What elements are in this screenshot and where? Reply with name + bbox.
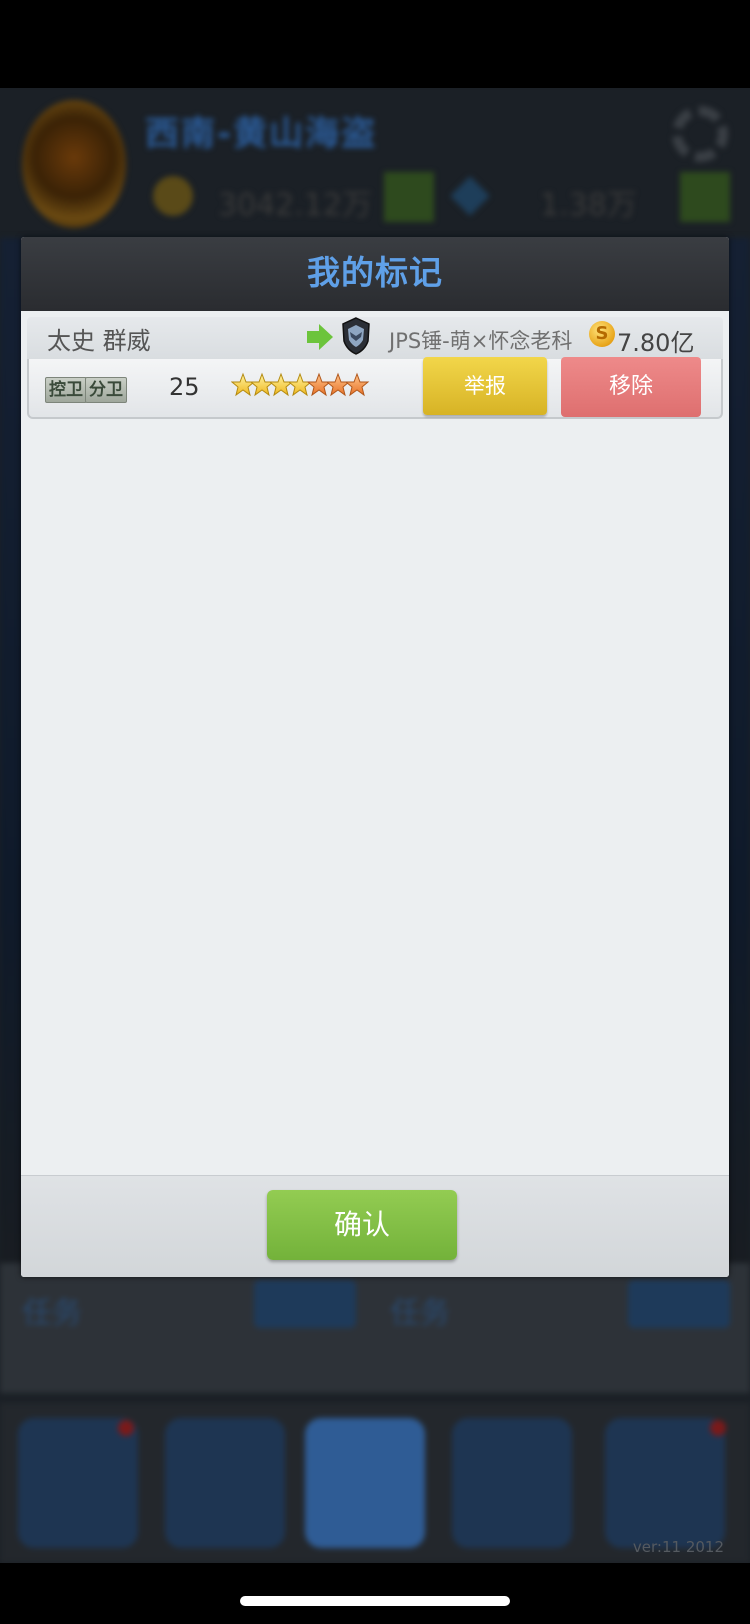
notification-dot	[710, 1420, 726, 1436]
add-gems-button	[680, 172, 730, 222]
home-indicator[interactable]	[240, 1596, 510, 1606]
gem-value: 1.38万	[540, 188, 637, 223]
arrow-right-icon	[307, 331, 319, 343]
notification-dot	[118, 1420, 134, 1436]
coin-value: 3042.12万	[218, 188, 373, 223]
task-label-2: 任务	[390, 1296, 450, 1331]
nav-item-star	[18, 1418, 138, 1548]
star-icon	[250, 373, 274, 396]
player-price: 7.80亿	[617, 329, 695, 357]
marked-player-row[interactable]: 太史 群威 JPS锤-萌×怀念老科 S 7.80亿 控卫 分卫 25 举报 移除	[27, 317, 723, 425]
star-icon	[345, 373, 369, 396]
team-logo	[22, 100, 126, 228]
position-badge: 控卫	[45, 377, 87, 403]
star-icon	[288, 373, 312, 396]
position-badge: 分卫	[85, 377, 127, 403]
version-text: ver:11 2012	[632, 1538, 724, 1556]
player-info-bar: 太史 群威 JPS锤-萌×怀念老科 S 7.80亿	[27, 317, 723, 359]
player-age: 25	[169, 373, 200, 401]
star-icon	[231, 373, 255, 396]
task-button-1	[254, 1280, 356, 1328]
dialog-title: 我的标记	[307, 253, 443, 292]
my-marks-dialog: 我的标记 太史 群威 JPS锤-萌×怀念老科 S 7.80亿 控卫 分卫 25	[21, 237, 729, 1277]
coin-icon	[153, 176, 193, 216]
report-button[interactable]: 举报	[423, 357, 547, 415]
nav-item-up	[605, 1418, 725, 1548]
arrow-right-icon-head	[319, 324, 333, 350]
confirm-button[interactable]: 确认	[267, 1190, 457, 1260]
rating-stars	[231, 373, 369, 396]
team-name: 西南-黄山海盗	[145, 114, 378, 154]
star-icon	[326, 373, 350, 396]
task-button-2	[628, 1280, 730, 1328]
dialog-footer: 确认	[21, 1175, 729, 1277]
nav-item-yen	[165, 1418, 285, 1548]
club-name: JPS锤-萌×怀念老科	[389, 329, 573, 353]
nav-item-chat	[452, 1418, 572, 1548]
player-detail-bar: 控卫 分卫 25 举报 移除	[27, 357, 723, 419]
task-label-1: 任务	[22, 1296, 82, 1331]
gear-icon	[672, 106, 728, 162]
add-coins-button	[384, 172, 434, 222]
club-badge-icon	[342, 317, 370, 355]
diamond-icon	[450, 176, 490, 216]
remove-button[interactable]: 移除	[561, 357, 701, 417]
nav-item-arena	[305, 1418, 425, 1548]
dialog-header: 我的标记	[21, 237, 729, 311]
star-icon	[307, 373, 331, 396]
player-name: 太史 群威	[47, 327, 151, 355]
coin-icon: S	[589, 321, 615, 347]
star-icon	[269, 373, 293, 396]
